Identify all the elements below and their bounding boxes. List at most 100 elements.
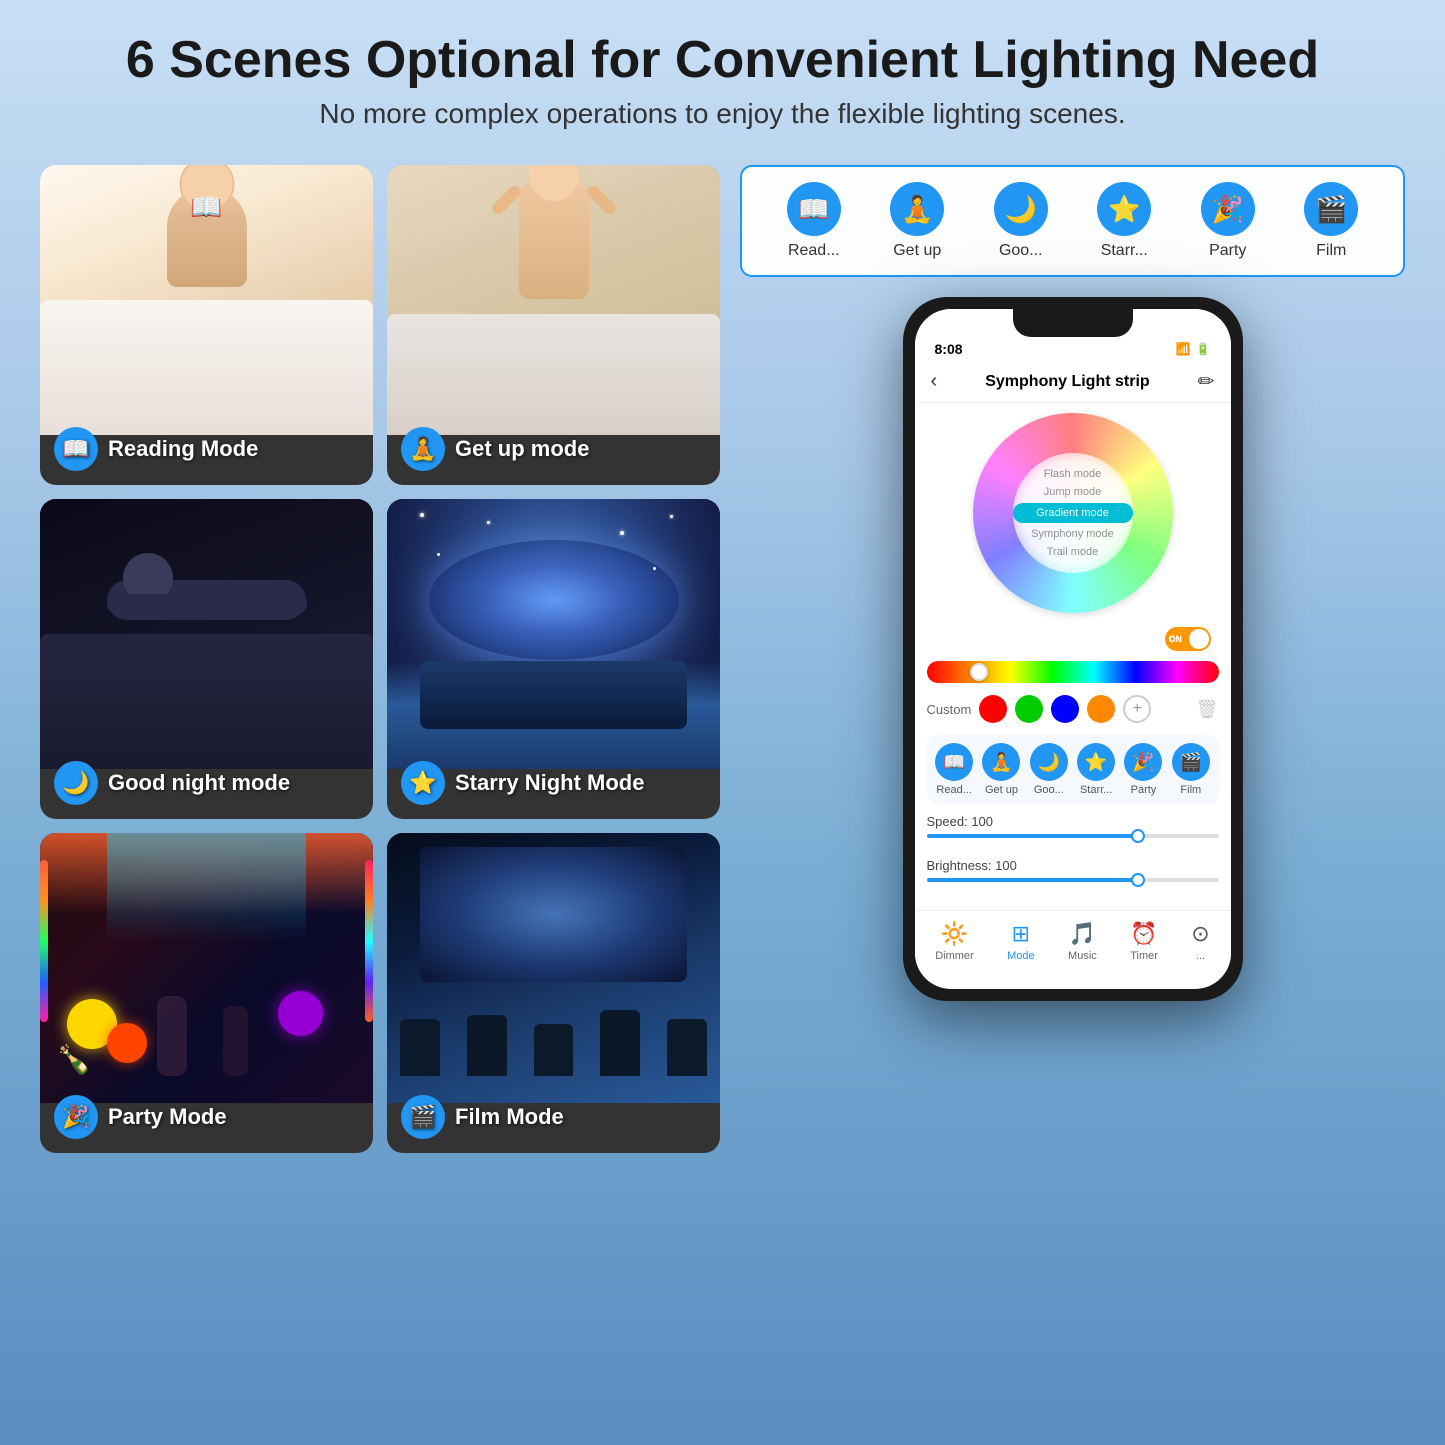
mode-label: Mode — [1007, 950, 1035, 962]
scene-btn-starry[interactable]: ⭐ Starr... — [1097, 182, 1151, 260]
nav-music[interactable]: 🎵 Music — [1068, 921, 1097, 962]
app-scene-film[interactable]: 🎬 Film — [1172, 743, 1210, 796]
brightness-slider-track[interactable] — [927, 878, 1219, 882]
brightness-slider-knob[interactable] — [1131, 873, 1145, 887]
party-icon-badge: 🎉 — [54, 1095, 98, 1139]
page-header: 6 Scenes Optional for Convenient Lightin… — [0, 0, 1445, 145]
speed-label: Speed: 100 — [927, 814, 1219, 829]
spectrum-knob[interactable] — [970, 663, 988, 681]
color-spectrum[interactable] — [927, 661, 1219, 683]
phone-screen: 8:08 📶 🔋 ‹ Symphony Light strip ✏ — [915, 309, 1231, 989]
app-scene-film-icon: 🎬 — [1172, 743, 1210, 781]
getup-mode-label: 🧘 Get up mode — [401, 427, 589, 471]
battery-icon: 🔋 — [1196, 342, 1211, 356]
reading-mode-label: 📖 Reading Mode — [54, 427, 258, 471]
scene-btn-party[interactable]: 🎉 Party — [1201, 182, 1255, 260]
color-dot-orange[interactable] — [1087, 695, 1115, 723]
scene-btn-read[interactable]: 📖 Read... — [787, 182, 841, 260]
back-icon[interactable]: ‹ — [931, 370, 938, 393]
scene-film-visual — [387, 833, 720, 1103]
toggle-on-label: ON — [1170, 635, 1182, 644]
gradient-mode[interactable]: Gradient mode — [1013, 503, 1133, 523]
nav-more[interactable]: ⊙ ... — [1191, 921, 1209, 962]
nav-dimmer[interactable]: 🔆 Dimmer — [935, 921, 974, 962]
brightness-label: Brightness: 100 — [927, 858, 1219, 873]
nav-mode[interactable]: ⊞ Mode — [1007, 921, 1035, 962]
scene-card-starry[interactable]: ⭐ Starry Night Mode — [387, 499, 720, 819]
scene-card-reading[interactable]: 📖 📖 Reading Mode — [40, 165, 373, 485]
scene-btn-film-icon: 🎬 — [1304, 182, 1358, 236]
brightness-slider-section: Brightness: 100 — [927, 854, 1219, 898]
scene-btn-goo-label: Goo... — [999, 242, 1043, 260]
app-scene-goo-label: Goo... — [1034, 784, 1064, 796]
scene-btn-goodnight[interactable]: 🌙 Goo... — [994, 182, 1048, 260]
color-dot-green[interactable] — [1015, 695, 1043, 723]
app-scene-party-label: Party — [1131, 784, 1157, 796]
app-scene-read-label: Read... — [936, 784, 971, 796]
phone-bottom-nav: 🔆 Dimmer ⊞ Mode 🎵 Music ⏰ — [915, 910, 1231, 972]
phone-mockup: 8:08 📶 🔋 ‹ Symphony Light strip ✏ — [903, 297, 1243, 1001]
party-mode-label: 🎉 Party Mode — [54, 1095, 227, 1139]
toggle-knob — [1189, 629, 1209, 649]
scene-btn-goo-icon: 🌙 — [994, 182, 1048, 236]
speed-slider-knob[interactable] — [1131, 829, 1145, 843]
right-panel: 📖 Read... 🧘 Get up 🌙 Goo... ⭐ Starr... 🎉… — [740, 165, 1405, 1153]
scene-card-goodnight[interactable]: 🌙 Good night mode — [40, 499, 373, 819]
scene-goodnight-visual — [40, 499, 373, 769]
scene-card-getup[interactable]: 🧘 Get up mode — [387, 165, 720, 485]
scene-btn-starr-label: Starr... — [1101, 242, 1148, 260]
edit-icon[interactable]: ✏ — [1198, 369, 1215, 394]
scene-btn-read-icon: 📖 — [787, 182, 841, 236]
flash-mode[interactable]: Flash mode — [1013, 465, 1133, 483]
jump-mode[interactable]: Jump mode — [1013, 483, 1133, 501]
speed-slider-track[interactable] — [927, 834, 1219, 838]
scene-btn-getup[interactable]: 🧘 Get up — [890, 182, 944, 260]
scene-grid: 📖 📖 Reading Mode — [40, 165, 720, 1153]
phone-nav-title: Symphony Light strip — [985, 373, 1149, 391]
starry-mode-label: ⭐ Starry Night Mode — [401, 761, 644, 805]
color-wheel-section: Flash mode Jump mode Gradient mode Symph… — [927, 403, 1219, 623]
color-dot-red[interactable] — [979, 695, 1007, 723]
add-color-button[interactable]: + — [1123, 695, 1151, 723]
scene-btn-party-label: Party — [1209, 242, 1246, 260]
symphony-mode[interactable]: Symphony mode — [1013, 525, 1133, 543]
content-area: 📖 📖 Reading Mode — [0, 145, 1445, 1173]
scene-party-visual: 🍾 — [40, 833, 373, 1103]
scene-card-party[interactable]: 🍾 🎉 Party Mode — [40, 833, 373, 1153]
getup-icon-badge: 🧘 — [401, 427, 445, 471]
wifi-icon: 📶 — [1176, 342, 1191, 356]
phone-wrapper: 8:08 📶 🔋 ‹ Symphony Light strip ✏ — [740, 297, 1405, 1001]
film-icon-badge: 🎬 — [401, 1095, 445, 1139]
nav-timer[interactable]: ⏰ Timer — [1130, 921, 1158, 962]
app-scene-goo[interactable]: 🌙 Goo... — [1030, 743, 1068, 796]
app-scene-film-label: Film — [1180, 784, 1201, 796]
more-label: ... — [1196, 950, 1205, 962]
toggle-row: ON — [927, 623, 1219, 655]
scene-card-film[interactable]: 🎬 Film Mode — [387, 833, 720, 1153]
color-wheel[interactable]: Flash mode Jump mode Gradient mode Symph… — [973, 413, 1173, 613]
scene-btn-getup-label: Get up — [893, 242, 941, 260]
scene-btn-getup-icon: 🧘 — [890, 182, 944, 236]
app-scene-party[interactable]: 🎉 Party — [1124, 743, 1162, 796]
goodnight-icon-badge: 🌙 — [54, 761, 98, 805]
app-scene-bar: 📖 Read... 🧘 Get up 🌙 Goo... — [927, 735, 1219, 804]
color-dot-blue[interactable] — [1051, 695, 1079, 723]
app-scene-getup-label: Get up — [985, 784, 1018, 796]
music-icon: 🎵 — [1069, 921, 1096, 947]
page-title: 6 Scenes Optional for Convenient Lightin… — [20, 30, 1425, 90]
scene-btn-party-icon: 🎉 — [1201, 182, 1255, 236]
app-scene-read[interactable]: 📖 Read... — [935, 743, 973, 796]
page-subtitle: No more complex operations to enjoy the … — [20, 98, 1425, 130]
delete-color-button[interactable]: 🗑 — [1196, 699, 1219, 720]
speed-slider-section: Speed: 100 — [927, 810, 1219, 854]
mode-icon: ⊞ — [1012, 921, 1030, 947]
scene-starry-visual — [387, 499, 720, 769]
app-scene-starr-icon: ⭐ — [1077, 743, 1115, 781]
dimmer-icon: 🔆 — [941, 921, 968, 947]
power-toggle[interactable]: ON — [1165, 627, 1211, 651]
app-scene-getup[interactable]: 🧘 Get up — [982, 743, 1020, 796]
app-scene-starr[interactable]: ⭐ Starr... — [1077, 743, 1115, 796]
trail-mode[interactable]: Trail mode — [1013, 543, 1133, 561]
goodnight-mode-label: 🌙 Good night mode — [54, 761, 290, 805]
scene-btn-film[interactable]: 🎬 Film — [1304, 182, 1358, 260]
